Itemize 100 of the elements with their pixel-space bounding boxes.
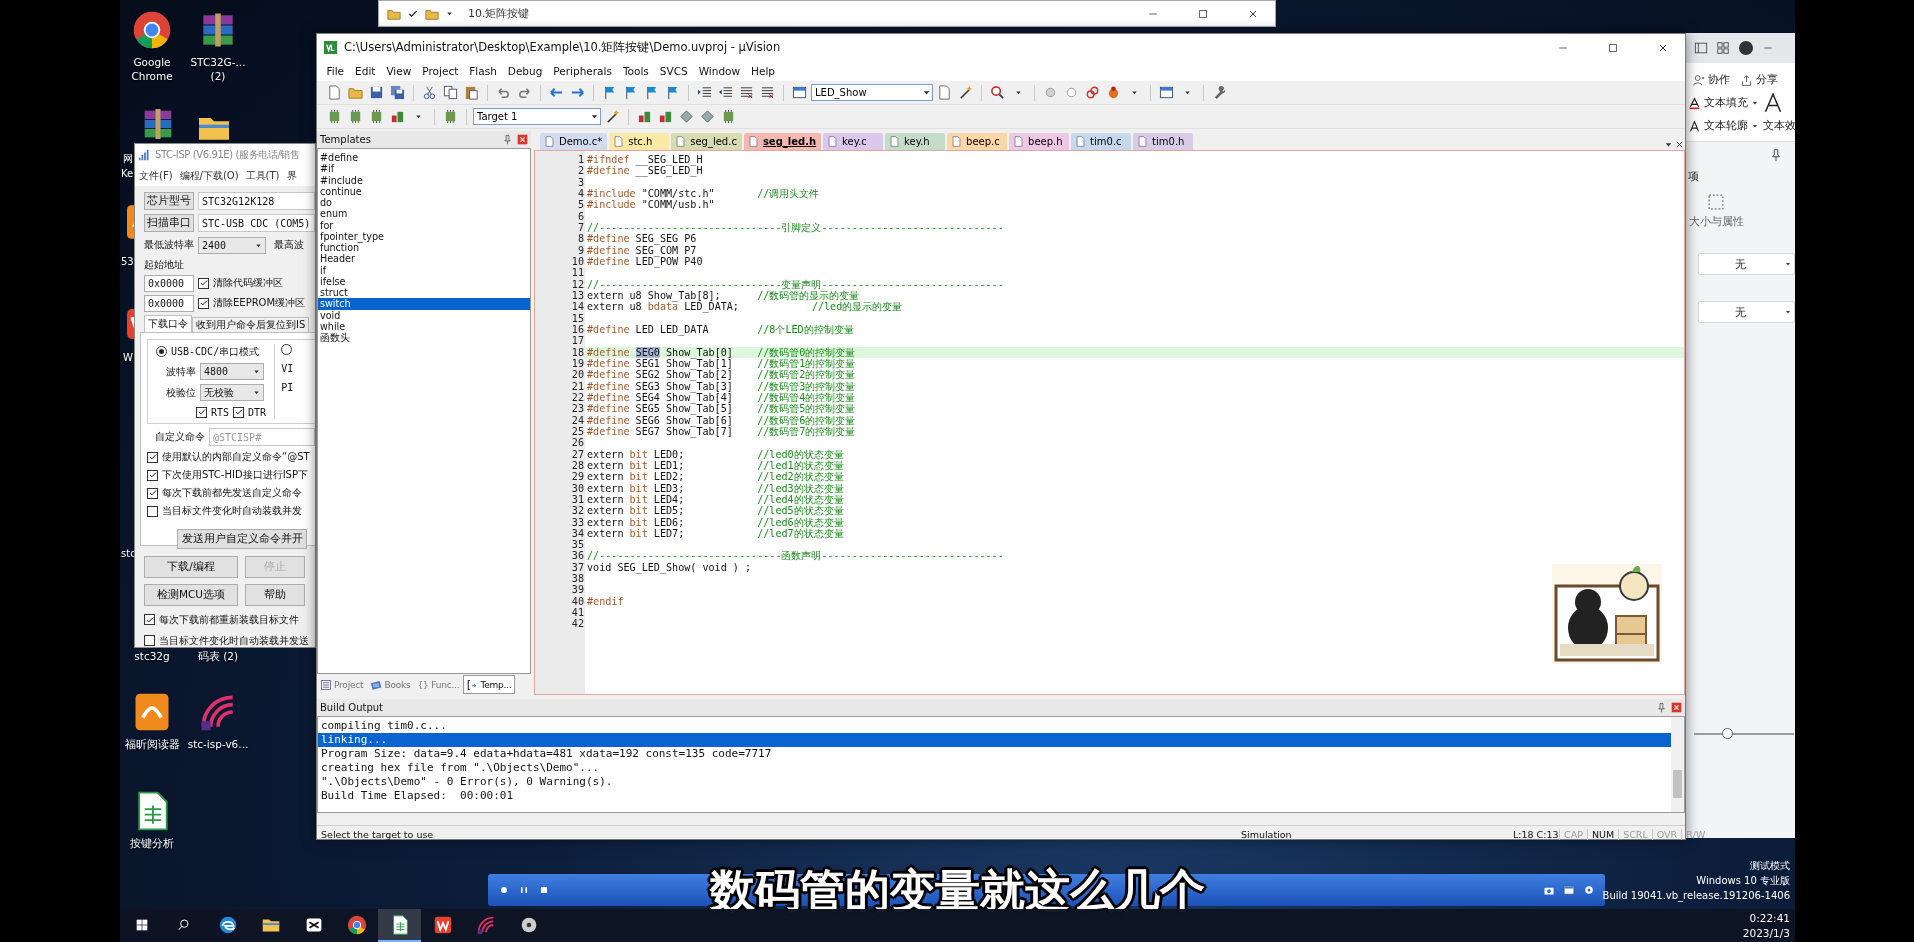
wrench-icon[interactable] (1212, 85, 1227, 100)
flag-icon[interactable] (623, 85, 638, 100)
size-properties-tab[interactable]: 大小与属性 (1688, 192, 1744, 229)
grid-icon[interactable] (1716, 41, 1730, 55)
menu-item[interactable]: Edit (349, 65, 381, 77)
baud-dropdown[interactable]: 2400 (198, 236, 266, 254)
template-item[interactable]: do (318, 197, 530, 209)
settings-icon[interactable] (1583, 884, 1595, 896)
file-tab[interactable]: Demo.c* (540, 133, 608, 150)
template-item[interactable]: Header (318, 253, 530, 265)
link-icon[interactable] (1085, 85, 1100, 100)
template-item[interactable]: if (318, 264, 530, 276)
checkbox[interactable] (196, 406, 207, 418)
caret-icon[interactable] (1014, 88, 1023, 97)
pause-icon[interactable] (518, 884, 530, 896)
template-item[interactable]: #define (318, 152, 530, 164)
page-icon[interactable] (327, 85, 342, 100)
template-item[interactable]: 函数头 (318, 332, 530, 344)
menu-item[interactable]: Peripherals (547, 65, 618, 77)
menu-item[interactable]: Debug (502, 65, 548, 77)
radio-button[interactable] (156, 346, 167, 357)
function-dropdown[interactable]: LED_Show (811, 84, 933, 101)
file-tab[interactable]: beep.h (1009, 133, 1070, 150)
menu-item[interactable]: File (321, 65, 350, 77)
caret-icon[interactable] (414, 112, 423, 121)
checkbox[interactable] (147, 451, 158, 463)
checkbox[interactable] (147, 487, 158, 499)
desktop-icon-label[interactable]: 福昕阅读器 (120, 738, 184, 752)
scrollbar-thumb[interactable] (1673, 770, 1682, 798)
clipboard-icon[interactable] (464, 85, 479, 100)
chip-icon[interactable] (369, 109, 384, 124)
template-item[interactable]: struct (318, 287, 530, 299)
template-item[interactable]: #include (318, 174, 530, 186)
pin-icon[interactable] (1769, 148, 1783, 162)
template-item[interactable]: void (318, 309, 530, 321)
checkbox[interactable] (147, 505, 158, 517)
panel-tab[interactable]: Project (317, 675, 367, 694)
window-icon[interactable] (792, 85, 807, 100)
chip-icon[interactable] (348, 109, 363, 124)
dot-icon[interactable] (498, 884, 510, 896)
file-tab[interactable]: key.h (885, 133, 946, 150)
menu-item[interactable]: 界 (286, 169, 297, 183)
template-item[interactable]: function (318, 242, 530, 254)
pin-icon[interactable] (1656, 702, 1667, 713)
panel-tab[interactable]: {} Func... (414, 675, 463, 694)
avatar-icon[interactable] (1738, 40, 1754, 56)
file-tab[interactable]: stc.h (609, 133, 670, 150)
address-field[interactable]: 0x0000 (144, 274, 194, 292)
desktop-icon-label[interactable]: Google Chrome (120, 56, 184, 84)
wand-icon[interactable] (605, 109, 620, 124)
text-fill-button[interactable]: 文本填充 (1688, 96, 1759, 110)
checkbox[interactable] (198, 277, 209, 289)
wand-icon[interactable] (958, 85, 973, 100)
panel-tab[interactable]: Books (367, 675, 414, 694)
chip-icon[interactable] (327, 109, 342, 124)
menu-item[interactable]: 文件(F) (139, 169, 173, 183)
collaborate-button[interactable]: 协作 (1692, 73, 1730, 87)
caret-icon[interactable] (252, 388, 261, 397)
checkbox[interactable] (144, 635, 155, 646)
template-item[interactable]: fpointer_type (318, 230, 530, 242)
style-dropdown[interactable]: 无 (1698, 253, 1795, 275)
flag-icon[interactable] (665, 85, 680, 100)
stop-icon[interactable] (538, 884, 550, 896)
style-dropdown[interactable]: 无 (1698, 301, 1795, 323)
letter-a-icon[interactable] (1763, 93, 1783, 113)
tab[interactable]: 收到用户命令后复位到IS (192, 317, 310, 332)
flag-icon[interactable] (644, 85, 659, 100)
menu-item[interactable]: Flash (463, 65, 503, 77)
checkbox[interactable] (144, 614, 155, 625)
parity-dropdown[interactable]: 无校验 (200, 384, 264, 401)
menu-item[interactable]: View (380, 65, 417, 77)
file-tab[interactable]: seg_led.c (671, 133, 742, 150)
tablet-icon[interactable] (1694, 41, 1708, 55)
file-tab[interactable]: tim0.h (1133, 133, 1194, 150)
ring-icon[interactable] (1064, 85, 1079, 100)
chip-icon[interactable] (721, 109, 736, 124)
menu-item[interactable]: Window (693, 65, 746, 77)
page-icon[interactable] (937, 85, 952, 100)
scan-port-button[interactable]: 扫描串口 (144, 214, 194, 232)
template-item[interactable]: while (318, 320, 530, 332)
indent-icon[interactable] (697, 85, 712, 100)
desktop-icon-label[interactable]: stc32g (120, 650, 184, 664)
diamond-icon[interactable] (679, 109, 694, 124)
menu-item[interactable]: Project (416, 65, 464, 77)
lines-icon[interactable] (739, 85, 754, 100)
caret-icon[interactable] (252, 367, 261, 376)
lines-icon[interactable] (760, 85, 775, 100)
chip-field[interactable]: STC32G12K128 (198, 192, 315, 210)
text-effect-label[interactable]: 文本效 (1763, 119, 1795, 133)
baud-dropdown[interactable]: 4800 (200, 363, 264, 380)
address-field[interactable]: 0x0000 (144, 294, 194, 312)
desktop-icon-label[interactable]: stc-isp-v6... (186, 738, 250, 752)
send-command-button[interactable]: 发送用户自定义命令并开 (177, 529, 307, 549)
slider-thumb[interactable] (1722, 728, 1733, 739)
file-tab[interactable]: beep.c (947, 133, 1008, 150)
action-button[interactable]: 检测MCU选项 (144, 584, 238, 606)
desktop-icon-label[interactable]: 按键分析 (120, 837, 184, 851)
template-item[interactable]: for (318, 219, 530, 231)
checkbox[interactable] (147, 469, 158, 481)
maximize-icon[interactable] (1607, 41, 1619, 54)
